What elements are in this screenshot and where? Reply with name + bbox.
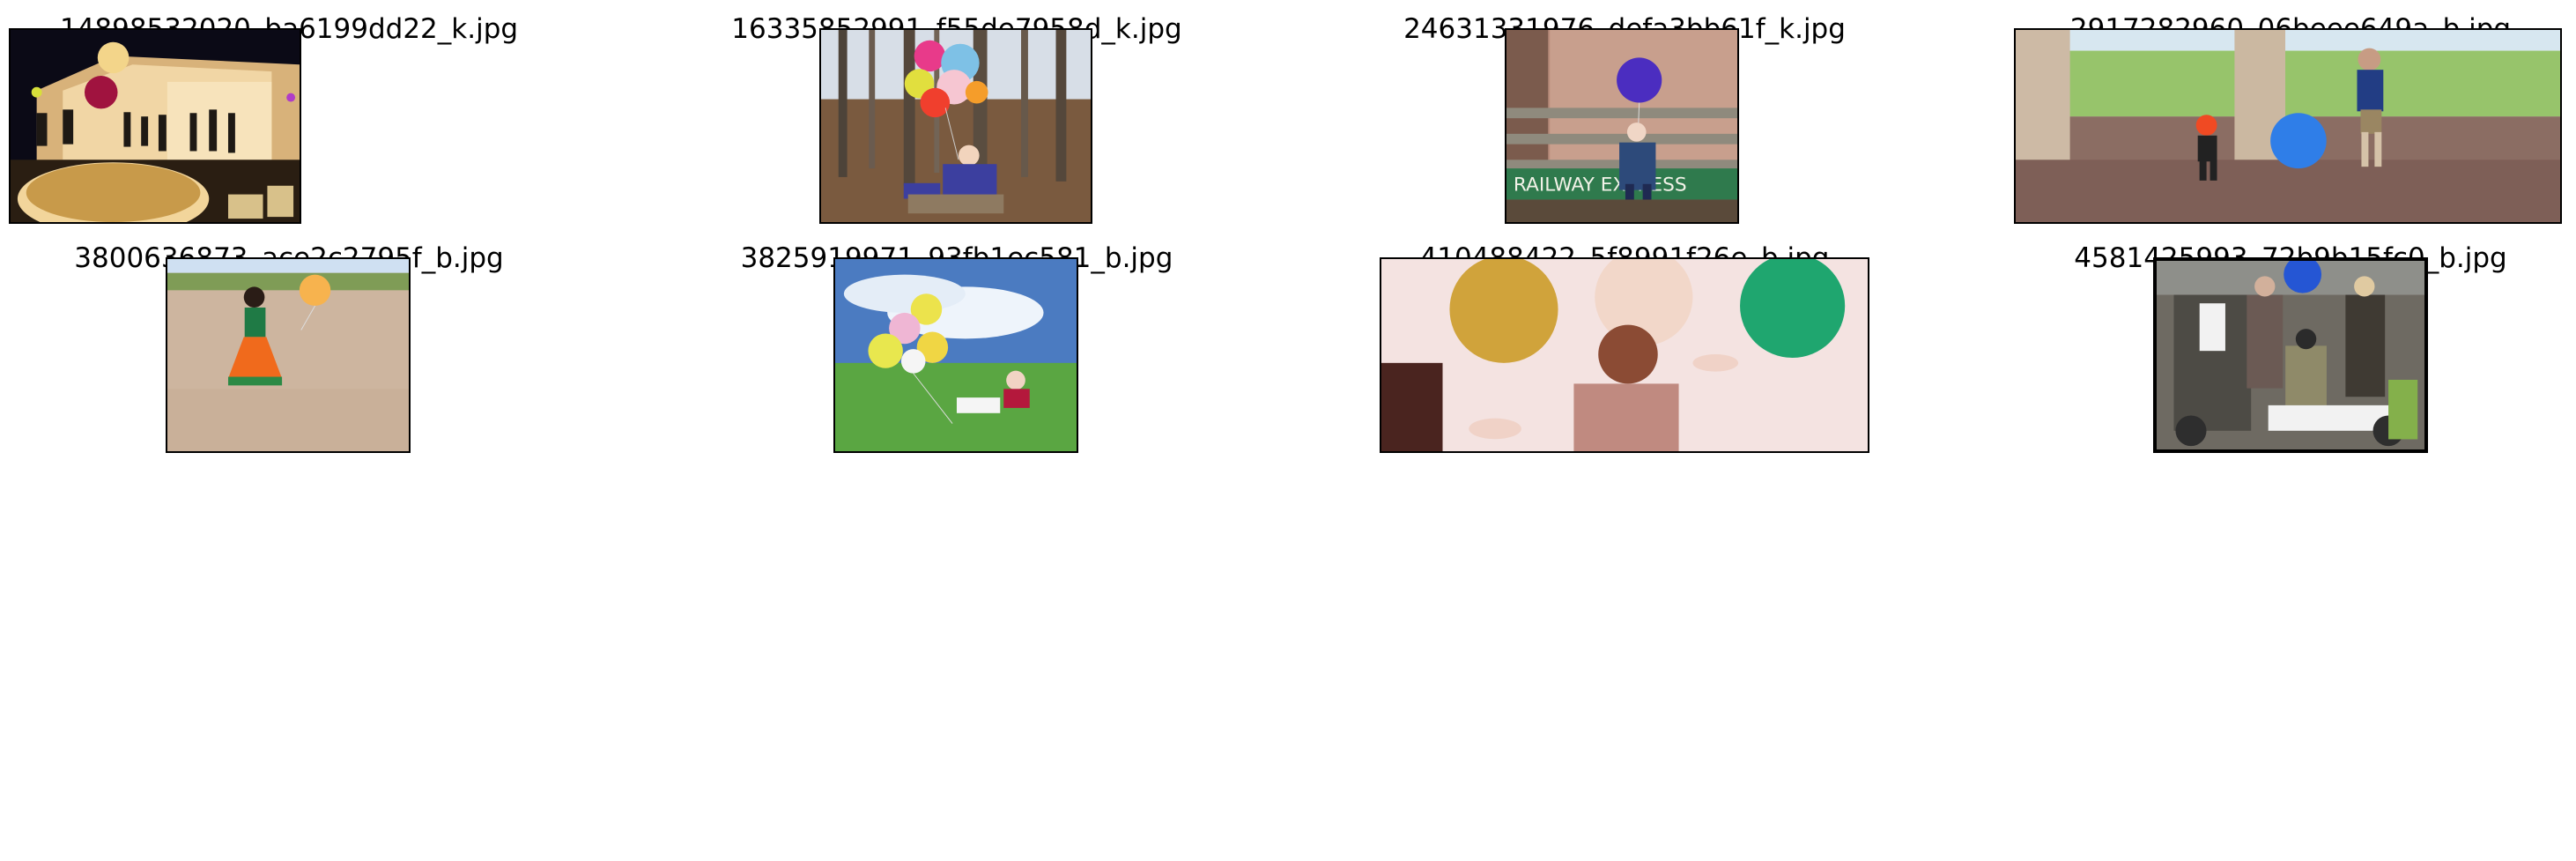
photo-girl-orange-dress-art <box>167 259 409 451</box>
photo-street-scooter-art <box>2157 261 2424 449</box>
photo-baby-on-grass-art <box>835 259 1077 451</box>
photo-forest-child-balloons <box>819 28 1092 224</box>
photo-indoor-ball-play <box>2014 28 2562 224</box>
photo-railway-express-child: RAILWAY EXPRESS <box>1505 28 1739 224</box>
photo-forest-child-balloons-art <box>821 30 1091 222</box>
photo-party-tent-art <box>11 30 300 222</box>
photo-indoor-ball-play-art <box>2016 30 2560 222</box>
photo-street-scooter <box>2153 257 2428 453</box>
image-grid: 14898532020_ba6199dd22_k.jpg 16335852991… <box>0 0 2576 861</box>
photo-woman-dancing-balloons <box>1380 257 1869 453</box>
photo-party-tent <box>9 28 301 224</box>
photo-baby-on-grass <box>833 257 1078 453</box>
photo-woman-dancing-balloons-art <box>1381 259 1868 451</box>
photo-railway-express-child-art: RAILWAY EXPRESS <box>1506 30 1737 222</box>
photo-girl-orange-dress <box>166 257 411 453</box>
railway-sign: RAILWAY EXPRESS <box>1514 174 1687 197</box>
